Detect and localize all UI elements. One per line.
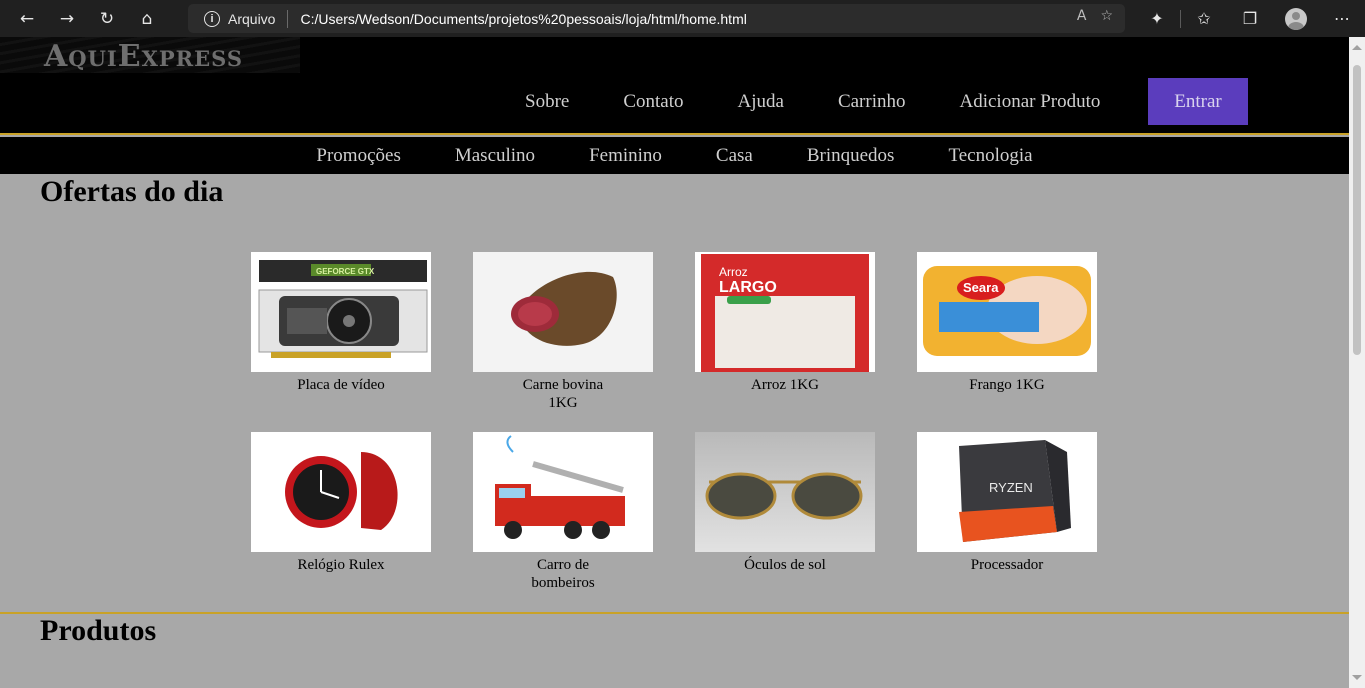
nav-link-sobre[interactable]: Sobre — [525, 91, 569, 113]
browser-toolbar: ← → ↻ ⌂ i Arquivo C:/Users/Wedson/Docume… — [0, 0, 1365, 37]
url-text[interactable]: C:/Users/Wedson/Documents/projetos%20pes… — [300, 11, 746, 27]
scroll-down-icon[interactable] — [1352, 675, 1362, 680]
category-promocoes[interactable]: Promoções — [316, 145, 400, 167]
more-options-icon[interactable]: ⋯ — [1319, 0, 1365, 37]
product-card[interactable]: Carro de bombeiros — [452, 432, 674, 592]
category-masculino[interactable]: Masculino — [455, 145, 535, 167]
gpu-brand-text: GEFORCE GTX — [316, 267, 375, 276]
nav-link-contato[interactable]: Contato — [623, 91, 683, 113]
collections-icon[interactable]: ❐ — [1227, 0, 1273, 37]
site-logo[interactable]: AquiExpress — [44, 39, 243, 74]
product-label: Frango 1KG — [969, 377, 1045, 393]
product-label: Óculos de sol — [744, 557, 826, 573]
nav-link-adicionar-produto[interactable]: Adicionar Produto — [959, 91, 1100, 113]
forward-icon[interactable]: → — [54, 6, 80, 32]
category-casa[interactable]: Casa — [716, 145, 753, 167]
product-label: Placa de vídeo — [297, 377, 385, 393]
product-card[interactable]: Seara Frango 1KG — [896, 252, 1118, 412]
section-divider — [0, 612, 1349, 614]
rice-bag-image[interactable]: Arroz LARGO — [695, 252, 875, 372]
product-label: Carro de bombeiros — [531, 557, 595, 591]
product-card[interactable]: Arroz LARGO Arroz 1KG — [674, 252, 896, 412]
back-icon[interactable]: ← — [14, 6, 40, 32]
nav-link-carrinho[interactable]: Carrinho — [838, 91, 906, 113]
product-label: Carne bovina 1KG — [522, 377, 604, 411]
page-scrollbar[interactable] — [1349, 37, 1365, 688]
category-nav: Promoções Masculino Feminino Casa Brinqu… — [0, 137, 1349, 174]
beef-image[interactable] — [473, 252, 653, 372]
home-icon[interactable]: ⌂ — [134, 6, 160, 32]
scroll-up-icon[interactable] — [1352, 45, 1362, 50]
address-separator — [287, 9, 289, 28]
offers-title: Ofertas do dia — [40, 175, 224, 208]
product-card[interactable]: GEFORCE GTX Placa de vídeo — [230, 252, 452, 412]
category-brinquedos[interactable]: Brinquedos — [807, 145, 895, 167]
sunglasses-image[interactable] — [695, 432, 875, 552]
nav-link-ajuda[interactable]: Ajuda — [738, 91, 784, 113]
address-label: Arquivo — [228, 10, 276, 27]
address-bar[interactable]: i Arquivo C:/Users/Wedson/Documents/proj… — [188, 4, 1125, 33]
rice-name-text: LARGO — [719, 279, 777, 296]
products-title: Produtos — [40, 614, 157, 647]
page: AquiExpress Sobre Contato Ajuda Carrinho… — [0, 37, 1349, 688]
profile-icon[interactable] — [1273, 0, 1319, 37]
watch-image[interactable] — [251, 432, 431, 552]
product-card[interactable]: Relógio Rulex — [230, 432, 452, 592]
login-button[interactable]: Entrar — [1148, 78, 1248, 125]
category-tecnologia[interactable]: Tecnologia — [948, 145, 1032, 167]
processor-brand-text: RYZEN — [989, 480, 1033, 495]
top-nav: Sobre Contato Ajuda Carrinho Adicionar P… — [498, 91, 1127, 113]
product-card[interactable]: RYZEN Processador — [896, 432, 1118, 592]
read-aloud-icon[interactable]: A — [1077, 8, 1087, 24]
product-card[interactable]: Óculos de sol — [674, 432, 896, 592]
info-icon[interactable]: i — [204, 10, 220, 27]
site-header: AquiExpress Sobre Contato Ajuda Carrinho… — [0, 37, 1349, 135]
product-label: Processador — [970, 557, 1044, 573]
chicken-pack-image[interactable]: Seara — [917, 252, 1097, 372]
category-feminino[interactable]: Feminino — [589, 145, 662, 167]
product-card[interactable]: Carne bovina 1KG — [452, 252, 674, 412]
favorites-icon[interactable]: ✩ — [1181, 0, 1227, 37]
graphics-card-image[interactable]: GEFORCE GTX — [251, 252, 431, 372]
reload-icon[interactable]: ↻ — [94, 6, 120, 32]
scroll-thumb[interactable] — [1353, 65, 1361, 355]
processor-box-image[interactable]: RYZEN — [917, 432, 1097, 552]
favorite-add-icon[interactable]: ☆ — [1100, 8, 1113, 24]
product-label: Arroz 1KG — [751, 377, 819, 393]
extensions-icon[interactable]: ✦ — [1134, 0, 1180, 37]
offers-grid: GEFORCE GTX Placa de vídeo Carne bovina … — [230, 252, 1120, 592]
product-label: Relógio Rulex — [297, 557, 385, 573]
rice-brand-text: Arroz — [719, 265, 748, 279]
chicken-brand-text: Seara — [963, 280, 999, 295]
fire-truck-image[interactable] — [473, 432, 653, 552]
